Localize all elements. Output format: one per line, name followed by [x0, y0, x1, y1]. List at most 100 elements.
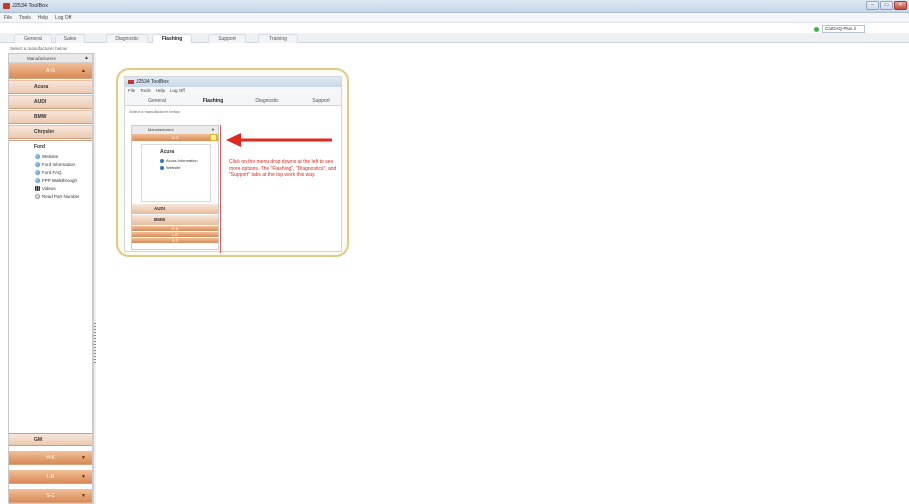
tab-bar: General Sales Diagnostic Flashing Suppor…: [0, 33, 909, 43]
group-l-r[interactable]: L-R ▼: [9, 470, 92, 484]
help-tab: Diagnostic: [255, 98, 279, 104]
tab-support[interactable]: Support: [208, 34, 246, 43]
menu-file[interactable]: File: [4, 15, 12, 21]
menu-tools[interactable]: Tools: [19, 15, 31, 21]
window-title: J2534 ToolBox: [12, 3, 48, 9]
help-manufacturer-panel: Manufacturers ▼ A-G Acura Acura Informat…: [131, 125, 219, 250]
manufacturer-bmw[interactable]: BMW: [9, 110, 92, 124]
red-arrow-icon: [226, 133, 332, 147]
manufacturer-audi[interactable]: AUDI: [9, 95, 92, 109]
window-controls: – ▭ ✕: [866, 1, 907, 10]
help-link: Acura Information: [142, 157, 210, 164]
group-expand-icon: ▼: [81, 455, 86, 461]
tab-training[interactable]: Training: [258, 34, 298, 43]
help-menu-bar: File Tools Help Log Off: [125, 87, 341, 95]
film-icon: [35, 185, 40, 191]
manufacturer-panel: Manufacturers ▲ A-G ▲ Acura AUDI BMW Chr…: [8, 53, 93, 504]
group-h-k-label: H-K: [46, 455, 55, 461]
globe-icon: [35, 169, 40, 175]
group-s-z[interactable]: S-Z ▼: [9, 489, 92, 503]
help-menu-item: Log Off: [170, 88, 185, 93]
group-h-k[interactable]: H-K ▼: [9, 451, 92, 465]
tab-sales[interactable]: Sales: [55, 34, 85, 43]
chevron-up-icon[interactable]: ▲: [84, 54, 89, 63]
help-group-label: A-G: [171, 135, 179, 140]
ford-link-label: Ford Information: [42, 161, 76, 167]
help-expanded-box: Acura Acura Information Website: [141, 144, 211, 202]
menu-bar: File Tools Help Log Off: [0, 13, 909, 23]
help-button-audi: AUDI: [132, 204, 218, 214]
help-tab-bar: General Flashing Diagnostic Support: [125, 95, 341, 106]
help-small-group-label: L-R: [171, 232, 179, 237]
splitter-grip[interactable]: [94, 323, 96, 363]
close-button[interactable]: ✕: [894, 1, 907, 10]
ford-link-label: Ford FAQ: [42, 169, 62, 175]
device-selector: CarDAQ-Plus 2: [814, 25, 865, 33]
help-menu-item: Tools: [140, 88, 151, 93]
help-tab: Support: [312, 98, 330, 104]
globe-icon: [35, 161, 40, 167]
help-small-group: L-R: [132, 232, 218, 237]
select-manufacturer-label: Select a manufacturer below: [10, 46, 68, 51]
manufacturer-ford-expanded: Ford Website Ford Information Ford FAQ F…: [9, 140, 92, 200]
bottom-groups: GM H-K ▼ L-R ▼ S-Z ▼: [9, 433, 92, 503]
panel-splitter[interactable]: [93, 53, 96, 504]
group-a-g-label: A-G: [46, 68, 55, 74]
globe-icon: [35, 177, 40, 183]
ford-link-videos[interactable]: Videos: [9, 184, 92, 192]
device-dropdown[interactable]: CarDAQ-Plus 2: [822, 25, 865, 33]
globe-icon: [35, 153, 40, 159]
group-s-z-label: S-Z: [46, 493, 55, 499]
ford-link-label: Website: [42, 153, 59, 159]
help-instruction-text: Click on the menu drop downs at the left…: [229, 159, 337, 178]
manufacturers-header[interactable]: Manufacturers ▲: [9, 54, 92, 63]
ford-link-faq[interactable]: Ford FAQ: [9, 168, 92, 176]
ford-link-fpp-walkthrough[interactable]: FPP Walkthrough: [9, 176, 92, 184]
help-header-label: Manufacturers: [148, 127, 174, 132]
device-status-icon: [814, 26, 819, 32]
ford-link-label: Read Part Number: [42, 193, 80, 199]
help-tab: General: [148, 98, 166, 104]
help-menu-item: File: [128, 88, 136, 93]
help-tab-active: Flashing: [202, 98, 224, 104]
manufacturer-chrysler[interactable]: Chrysler: [9, 125, 92, 139]
manufacturer-acura[interactable]: Acura: [9, 80, 92, 94]
highlight-marker-icon: [210, 134, 217, 141]
parts-icon: [35, 193, 40, 199]
help-button-bmw: BMW: [132, 215, 218, 225]
help-small-group: H-K: [132, 226, 218, 231]
ford-link-read-part-number[interactable]: Read Part Number: [9, 192, 92, 200]
help-group-a-g: A-G: [132, 134, 218, 141]
manufacturer-gm[interactable]: GM: [9, 433, 92, 446]
ford-link-website[interactable]: Website: [9, 152, 92, 160]
group-collapse-icon: ▲: [81, 68, 86, 74]
menu-log-off[interactable]: Log Off: [55, 15, 71, 21]
help-link: Website: [142, 164, 210, 171]
globe-icon: [160, 165, 164, 170]
title-bar: J2534 ToolBox – ▭ ✕: [0, 0, 909, 13]
help-link-label: Acura Information: [166, 158, 198, 163]
group-a-g[interactable]: A-G ▲: [9, 63, 92, 79]
minimize-button[interactable]: –: [866, 1, 879, 10]
globe-icon: [160, 158, 164, 163]
help-link-label: Website: [166, 165, 181, 170]
chevron-down-icon: ▼: [211, 127, 215, 132]
ford-link-information[interactable]: Ford Information: [9, 160, 92, 168]
menu-help[interactable]: Help: [38, 15, 48, 21]
ford-link-label: FPP Walkthrough: [42, 177, 78, 183]
help-small-group-label: H-K: [171, 226, 179, 231]
ford-link-label: Videos: [42, 185, 56, 191]
help-menu-item: Help: [155, 88, 166, 93]
tab-flashing[interactable]: Flashing: [152, 34, 192, 43]
maximize-button[interactable]: ▭: [880, 1, 893, 10]
manufacturer-ford[interactable]: Ford: [9, 141, 92, 152]
manufacturers-header-label: Manufacturers: [27, 56, 56, 61]
help-small-group-label: S-Z: [171, 238, 179, 243]
help-small-group: S-Z: [132, 238, 218, 243]
tab-diagnostic[interactable]: Diagnostic: [106, 34, 148, 43]
help-screenshot: J2534 ToolBox File Tools Help Log Off Ge…: [124, 76, 342, 253]
tab-general[interactable]: General: [14, 34, 52, 43]
help-manufacturers-header: Manufacturers ▼: [132, 126, 218, 134]
help-illustration: J2534 ToolBox File Tools Help Log Off Ge…: [116, 68, 349, 257]
help-selected-manufacturer: Acura: [160, 149, 175, 155]
